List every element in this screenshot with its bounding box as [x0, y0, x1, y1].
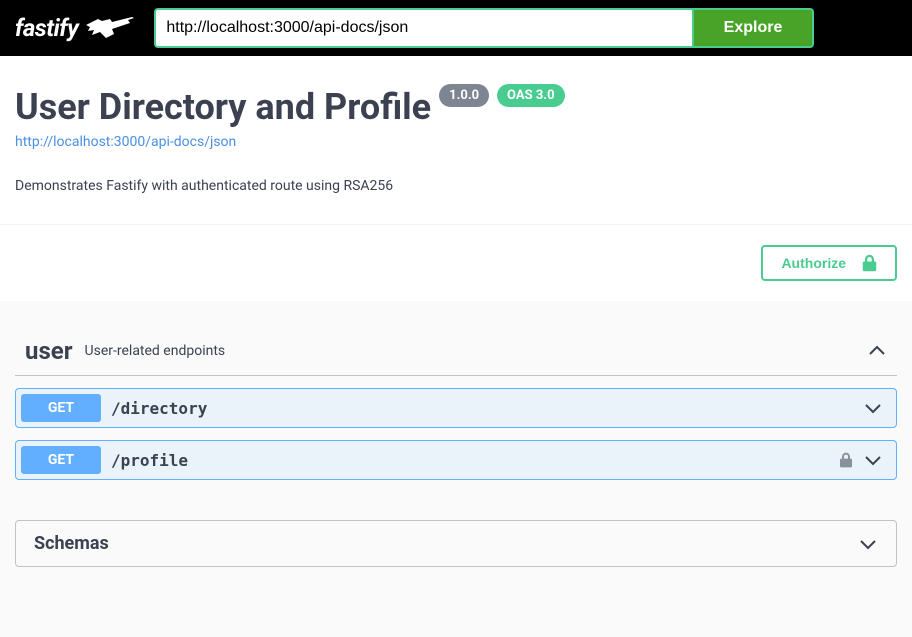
base-url-link[interactable]: http://localhost:3000/api-docs/json: [15, 134, 236, 150]
content: user User-related endpoints GET /directo…: [0, 327, 912, 597]
operation-path: /directory: [111, 399, 863, 418]
url-form: Explore: [154, 8, 814, 48]
tag-description: User-related endpoints: [85, 343, 867, 359]
lock-icon: [839, 452, 853, 468]
operation-controls: [839, 450, 891, 470]
topbar: fastify Explore: [0, 0, 912, 56]
lock-icon: [862, 254, 877, 272]
operation-row[interactable]: GET /directory: [15, 388, 897, 428]
api-description: Demonstrates Fastify with authenticated …: [15, 178, 897, 194]
title-row: User Directory and Profile 1.0.0 OAS 3.0: [15, 86, 897, 128]
version-badge: 1.0.0: [439, 84, 489, 107]
chevron-down-icon[interactable]: [863, 450, 883, 470]
tag-section-user: user User-related endpoints GET /directo…: [15, 327, 897, 480]
info-section: User Directory and Profile 1.0.0 OAS 3.0…: [0, 56, 912, 225]
logo-text: fastify: [15, 14, 78, 42]
schemas-title: Schemas: [34, 533, 858, 554]
authorize-button[interactable]: Authorize: [761, 245, 897, 281]
authorize-label: Authorize: [781, 255, 846, 271]
operation-row[interactable]: GET /profile: [15, 440, 897, 480]
chevron-up-icon: [867, 341, 887, 361]
explore-button[interactable]: Explore: [692, 8, 815, 48]
chevron-down-icon[interactable]: [863, 398, 883, 418]
schemas-section[interactable]: Schemas: [15, 520, 897, 567]
method-badge-get: GET: [21, 394, 101, 422]
oas-badge: OAS 3.0: [497, 84, 565, 107]
spec-url-input[interactable]: [154, 8, 691, 48]
chevron-down-icon: [858, 534, 878, 554]
fastify-icon: [84, 14, 134, 42]
tag-header[interactable]: user User-related endpoints: [15, 327, 897, 376]
operation-path: /profile: [111, 451, 839, 470]
api-title: User Directory and Profile: [15, 86, 431, 128]
logo: fastify: [15, 14, 134, 42]
auth-section: Authorize: [0, 225, 912, 301]
tag-name: user: [25, 337, 73, 365]
method-badge-get: GET: [21, 446, 101, 474]
operation-controls: [863, 398, 891, 418]
